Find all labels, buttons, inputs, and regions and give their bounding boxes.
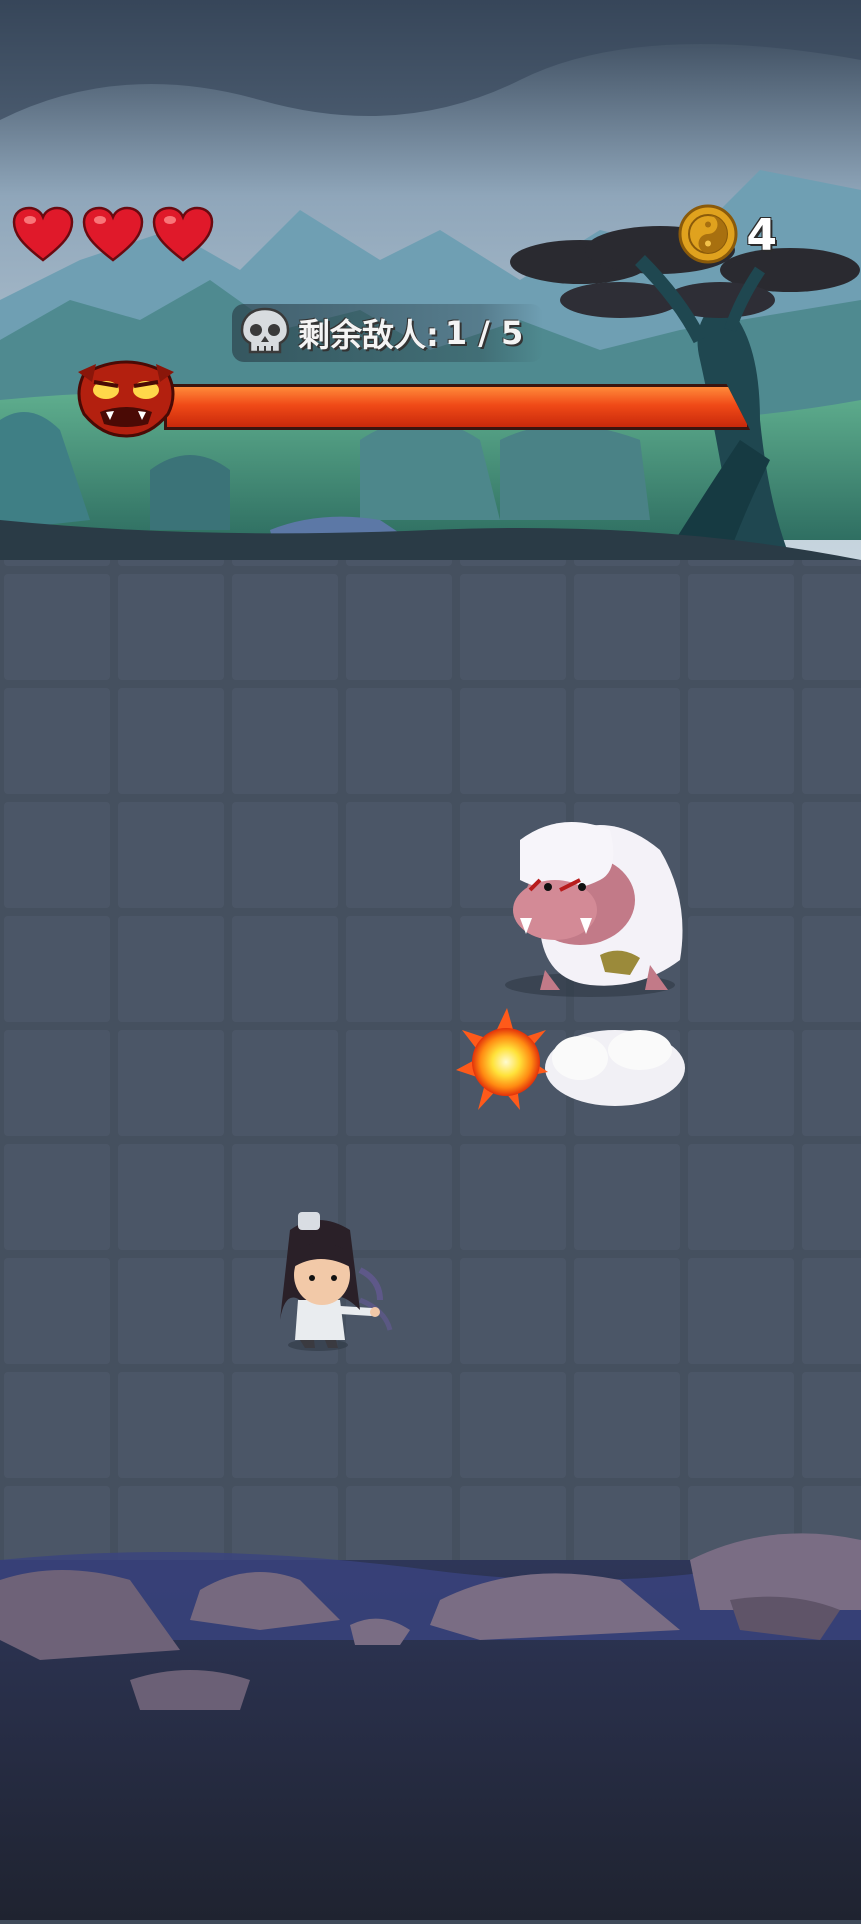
enemies-count: 1 / 5 — [444, 314, 524, 352]
heart-icon — [152, 206, 214, 262]
lives-display — [12, 206, 214, 262]
heart-icon — [12, 206, 74, 262]
coin-count: 4 — [746, 210, 777, 261]
yin-yang-coin-icon — [678, 204, 738, 268]
game-stage: 4 剩余敌人: 1 / 5 — [0, 0, 861, 1920]
battle-floor — [0, 560, 861, 1560]
coin-counter: 4 — [678, 204, 777, 268]
skull-icon — [238, 306, 292, 360]
demon-mask-icon — [74, 354, 178, 442]
boss-health-bar — [74, 354, 780, 438]
enemies-label: 剩余敌人: — [298, 316, 439, 354]
boss-health-fill — [167, 387, 747, 427]
heart-icon — [82, 206, 144, 262]
boss-health-track — [164, 384, 750, 430]
game-scene — [0, 0, 861, 1920]
